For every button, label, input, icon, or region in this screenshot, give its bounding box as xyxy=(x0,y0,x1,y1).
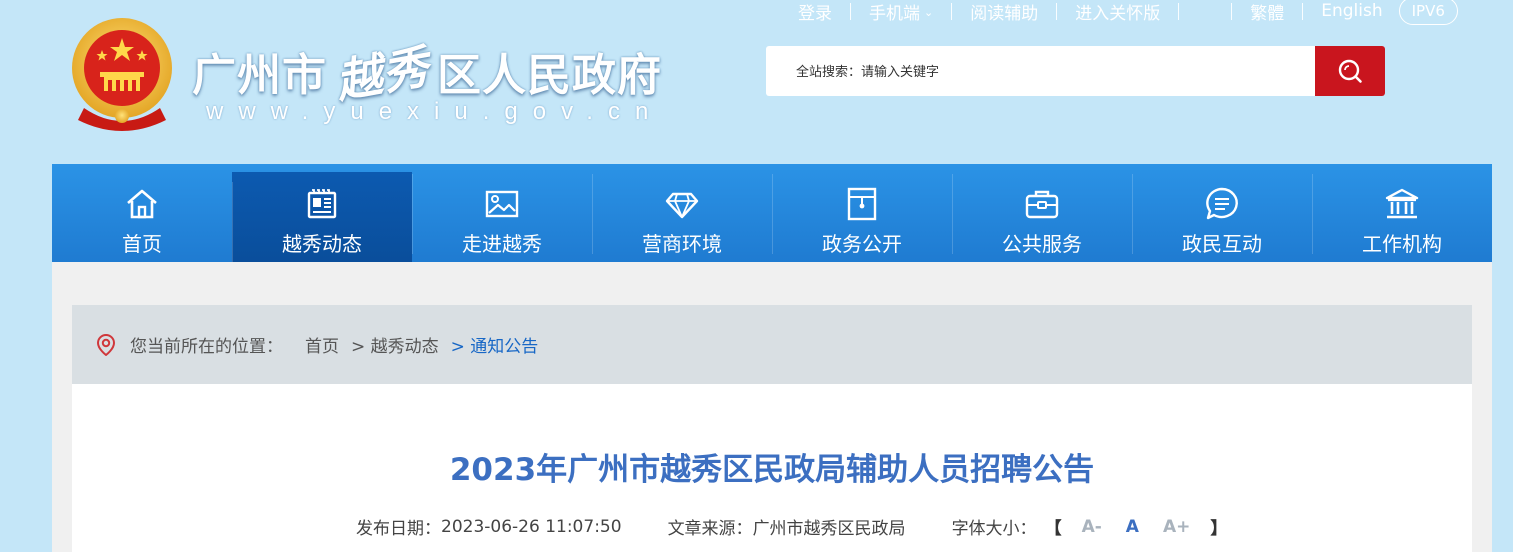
nav-item-institutions[interactable]: 工作机构 xyxy=(1312,164,1492,262)
nav-label: 工作机构 xyxy=(1362,232,1442,256)
divider xyxy=(1302,2,1304,20)
nav-label: 首页 xyxy=(122,232,162,256)
main-nav: 首页 越秀动态 走进越秀 营商环境 政务公开 公共服务 政民互动 工作机构 xyxy=(52,164,1492,268)
divider xyxy=(850,2,851,20)
source-label: 文章来源： xyxy=(667,519,753,539)
font-size-label: 字体大小： xyxy=(951,519,1037,539)
chat-bubble-icon xyxy=(1206,187,1238,220)
document-folder-icon xyxy=(847,187,877,221)
newspaper-icon xyxy=(307,189,337,219)
nav-item-interaction[interactable]: 政民互动 xyxy=(1132,164,1312,262)
bracket-close: 】 xyxy=(1210,519,1228,539)
briefcase-icon xyxy=(1025,190,1059,219)
article-title: 2023年广州市越秀区民政局辅助人员招聘公告 xyxy=(449,452,1095,488)
institution-icon xyxy=(1385,188,1419,219)
nav-item-business[interactable]: 营商环境 xyxy=(592,164,772,262)
nav-label: 政务公开 xyxy=(822,232,902,256)
nav-item-about[interactable]: 走进越秀 xyxy=(412,164,592,262)
bracket-open: 【 xyxy=(1044,519,1062,539)
breadcrumb-news[interactable]: > 越秀动态 xyxy=(351,332,439,357)
site-title[interactable]: 广州市越秀区人民政府 xyxy=(192,38,662,109)
search-box xyxy=(766,46,1385,96)
breadcrumb-home[interactable]: 首页 xyxy=(305,332,339,357)
nav-label: 政民互动 xyxy=(1182,232,1262,256)
picture-icon xyxy=(485,190,519,218)
nav-item-gov-affairs[interactable]: 政务公开 xyxy=(772,164,952,262)
search-icon xyxy=(1338,59,1362,83)
nav-label: 走进越秀 xyxy=(462,232,542,256)
divider xyxy=(1056,2,1058,20)
site-title-prefix: 广州市 xyxy=(192,50,327,101)
site-domain: www.yuexiu.gov.cn xyxy=(206,98,664,125)
home-icon xyxy=(127,189,157,219)
publish-date: 2023-06-26 11:07:50 xyxy=(441,516,622,537)
nav-item-home[interactable]: 首页 xyxy=(52,164,232,262)
national-emblem-icon[interactable] xyxy=(66,16,178,132)
traditional-chinese-link[interactable]: 繁體 xyxy=(1232,0,1302,24)
nav-label: 越秀动态 xyxy=(282,232,362,256)
ipv6-badge[interactable]: IPV6 xyxy=(1398,0,1458,25)
breadcrumb-notices[interactable]: > 通知公告 xyxy=(451,332,539,357)
publish-date-label: 发布日期： xyxy=(356,519,441,539)
elder-mode-link[interactable]: 进入关怀版 xyxy=(1057,0,1178,24)
search-input[interactable] xyxy=(766,46,1315,96)
nav-item-public-service[interactable]: 公共服务 xyxy=(952,164,1132,262)
divider xyxy=(951,2,953,20)
diamond-icon xyxy=(665,192,699,219)
top-links-bar: 登录 手机端 ⌄ 阅读辅助 进入关怀版 繁體 English IPV6 xyxy=(780,0,1458,28)
mobile-label: 手机端 xyxy=(869,3,920,24)
font-decrease-button[interactable]: A- xyxy=(1082,517,1102,537)
nav-label: 营商环境 xyxy=(642,232,722,256)
search-button[interactable] xyxy=(1315,46,1385,96)
font-normal-button[interactable]: A xyxy=(1126,517,1139,537)
nav-item-news[interactable]: 越秀动态 xyxy=(232,172,412,268)
login-link[interactable]: 登录 xyxy=(780,0,850,24)
divider xyxy=(1178,2,1180,20)
chevron-down-icon: ⌄ xyxy=(924,5,934,19)
nav-label: 公共服务 xyxy=(1002,232,1082,256)
breadcrumb-label: 您当前所在的位置： xyxy=(130,337,283,357)
source-value: 广州市越秀区民政局 xyxy=(752,519,906,539)
article-meta: 发布日期： 2023-06-26 11:07:50 文章来源： 广州市越秀区民政… xyxy=(356,514,1235,540)
english-link[interactable]: English xyxy=(1303,1,1382,21)
breadcrumb: 您当前所在的位置： 首页 > 越秀动态 > 通知公告 xyxy=(72,305,1472,384)
site-title-suffix: 区人民政府 xyxy=(437,50,662,101)
mobile-link[interactable]: 手机端 ⌄ xyxy=(851,0,951,24)
divider xyxy=(1231,2,1233,20)
reading-aid-link[interactable]: 阅读辅助 xyxy=(952,0,1056,24)
location-pin-icon xyxy=(96,333,116,356)
font-increase-button[interactable]: A+ xyxy=(1163,517,1190,537)
